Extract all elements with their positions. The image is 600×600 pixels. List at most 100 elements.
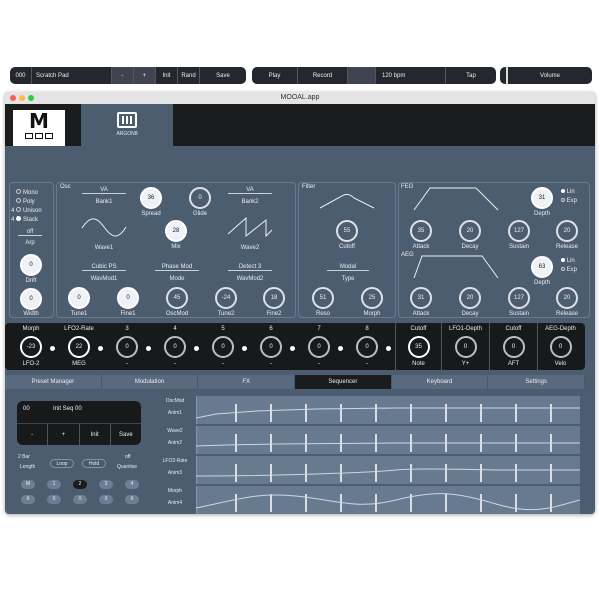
seq-next-button[interactable]: + bbox=[48, 424, 80, 445]
aeg-release-knob[interactable]: 20 bbox=[556, 287, 578, 309]
mode-select[interactable]: Phase Mod bbox=[155, 264, 199, 271]
clear-2[interactable]: X bbox=[73, 495, 87, 504]
drift-knob[interactable]: 0 bbox=[20, 254, 42, 276]
play-button[interactable]: Play bbox=[252, 67, 298, 84]
wavmod2-select[interactable]: Detect 3 bbox=[228, 264, 272, 271]
mute-4[interactable]: 4 bbox=[125, 480, 139, 489]
tab-sequencer[interactable]: Sequencer bbox=[295, 375, 392, 389]
mod-slot-aft[interactable]: Cutoff 0 AFT bbox=[489, 323, 537, 370]
track-3-name[interactable]: LFO2-Rate bbox=[155, 458, 195, 464]
preset-prev-button[interactable]: - bbox=[112, 67, 134, 84]
morph-knob[interactable]: 25 bbox=[361, 287, 383, 309]
tab-preset-manager[interactable]: Preset Manager bbox=[5, 375, 102, 389]
tab-fx[interactable]: FX bbox=[198, 375, 296, 389]
macro-slot-5[interactable]: 50- bbox=[199, 323, 247, 370]
wave2-display[interactable] bbox=[226, 214, 274, 240]
volume-slider-handle[interactable] bbox=[500, 67, 508, 84]
record-button[interactable]: Record bbox=[298, 67, 348, 84]
feg-lin-option[interactable]: Lin bbox=[561, 189, 575, 195]
mode-mono[interactable]: Mono bbox=[16, 189, 38, 196]
preset-name[interactable]: Scratch Pad bbox=[32, 67, 112, 84]
mode-poly[interactable]: Poly bbox=[16, 198, 35, 205]
mod-slot-note[interactable]: Cutoff 35 Note bbox=[395, 323, 441, 370]
rand-button[interactable]: Rand bbox=[178, 67, 200, 84]
tab-modulation[interactable]: Modulation bbox=[101, 375, 199, 389]
mute-master[interactable]: M bbox=[21, 480, 35, 489]
seq-length-value[interactable]: 2 Bar bbox=[18, 454, 30, 460]
feg-exp-option[interactable]: Exp bbox=[561, 198, 577, 204]
feg-decay-knob[interactable]: 20 bbox=[459, 220, 481, 242]
mute-2[interactable]: 2 bbox=[73, 480, 87, 489]
wavmod1-select[interactable]: Cubic PS bbox=[82, 264, 126, 271]
macro-slot-6[interactable]: 60- bbox=[247, 323, 295, 370]
aeg-depth-knob[interactable]: 63 bbox=[531, 256, 553, 278]
macro-slot-7[interactable]: 70- bbox=[295, 323, 343, 370]
bank2-select[interactable]: VA bbox=[228, 187, 272, 194]
bank1-select[interactable]: VA bbox=[82, 187, 126, 194]
filter-type-label: Type bbox=[341, 276, 355, 282]
mode-unison[interactable]: 4 Unison bbox=[11, 207, 42, 214]
feg-sustain-knob[interactable]: 127 bbox=[508, 220, 530, 242]
clear-4[interactable]: X bbox=[125, 495, 139, 504]
clear-3[interactable]: X bbox=[99, 495, 113, 504]
feg-depth-knob[interactable]: 31 bbox=[531, 187, 553, 209]
track-1-name[interactable]: OscMod bbox=[155, 398, 195, 404]
quantise-value[interactable]: off bbox=[125, 454, 130, 460]
save-button[interactable]: Save bbox=[200, 67, 246, 84]
aeg-exp-option[interactable]: Exp bbox=[561, 267, 577, 273]
cutoff-knob[interactable]: 55 bbox=[336, 220, 358, 242]
width-knob[interactable]: 0 bbox=[20, 288, 42, 310]
glide-knob[interactable]: 0 bbox=[189, 187, 211, 209]
fine1-knob[interactable]: 0 bbox=[117, 287, 139, 309]
macro-slot-1[interactable]: Morph -23 LFO-2 bbox=[7, 323, 55, 370]
loop-button[interactable]: Loop bbox=[50, 459, 74, 468]
arp-select[interactable]: off bbox=[18, 229, 42, 236]
tap-button[interactable]: Tap bbox=[446, 67, 496, 84]
feg-release-knob[interactable]: 20 bbox=[556, 220, 578, 242]
clear-master[interactable]: X bbox=[21, 495, 35, 504]
preset-number[interactable]: 000 bbox=[10, 67, 32, 84]
seq-number[interactable]: 00 bbox=[23, 406, 30, 412]
init-button[interactable]: Init bbox=[156, 67, 178, 84]
track-2-name[interactable]: Wave2 bbox=[155, 428, 195, 434]
mute-3[interactable]: 3 bbox=[99, 480, 113, 489]
preset-next-button[interactable]: + bbox=[134, 67, 156, 84]
mod-slot-velo[interactable]: AEG-Depth 0 Velo bbox=[537, 323, 583, 370]
mute-1[interactable]: 1 bbox=[47, 480, 61, 489]
spread-knob[interactable]: 36 bbox=[140, 187, 162, 209]
track-4-name[interactable]: Morph bbox=[155, 488, 195, 494]
tab-keyboard[interactable]: Keyboard bbox=[391, 375, 489, 389]
seq-name[interactable]: Init Seq 00 bbox=[53, 406, 82, 412]
plugin-tab[interactable]: ARGON8 bbox=[81, 104, 173, 146]
filter-type-select[interactable]: Modal bbox=[327, 264, 369, 271]
aeg-lin-option[interactable]: Lin bbox=[561, 258, 575, 264]
seq-prev-button[interactable]: - bbox=[17, 424, 49, 445]
macro-slot-3[interactable]: 30- bbox=[103, 323, 151, 370]
seq-save-button[interactable]: Save bbox=[111, 424, 141, 445]
macro-slot-4[interactable]: 40- bbox=[151, 323, 199, 370]
oscmod-knob[interactable]: 45 bbox=[166, 287, 188, 309]
hold-button[interactable]: Hold bbox=[82, 459, 106, 468]
aeg-attack-knob[interactable]: 31 bbox=[410, 287, 432, 309]
reso-knob[interactable]: 51 bbox=[312, 287, 334, 309]
mode-stack[interactable]: 4 Stack bbox=[11, 216, 38, 223]
aeg-sustain-knob[interactable]: 127 bbox=[508, 287, 530, 309]
minimize-icon[interactable] bbox=[19, 95, 25, 101]
fine2-knob[interactable]: 18 bbox=[263, 287, 285, 309]
mix-knob[interactable]: 28 bbox=[165, 220, 187, 242]
aeg-decay-knob[interactable]: 20 bbox=[459, 287, 481, 309]
macro-slot-2[interactable]: LFO2-Rate 22 MEG bbox=[55, 323, 103, 370]
tune2-knob[interactable]: -24 bbox=[215, 287, 237, 309]
macro-slot-8[interactable]: 80- bbox=[343, 323, 391, 370]
tab-settings[interactable]: Settings bbox=[488, 375, 586, 389]
seq-init-button[interactable]: Init bbox=[80, 424, 111, 445]
mod-slot-y[interactable]: LFO1-Depth 0 Y+ bbox=[441, 323, 489, 370]
clear-1[interactable]: X bbox=[47, 495, 61, 504]
feg-attack-knob[interactable]: 35 bbox=[410, 220, 432, 242]
zoom-icon[interactable] bbox=[28, 95, 34, 101]
bpm-display[interactable]: 120 bpm bbox=[376, 67, 446, 84]
close-icon[interactable] bbox=[10, 95, 16, 101]
tune1-knob[interactable]: 0 bbox=[68, 287, 90, 309]
volume-label[interactable]: Volume bbox=[508, 67, 592, 84]
wave1-display[interactable] bbox=[80, 214, 128, 240]
